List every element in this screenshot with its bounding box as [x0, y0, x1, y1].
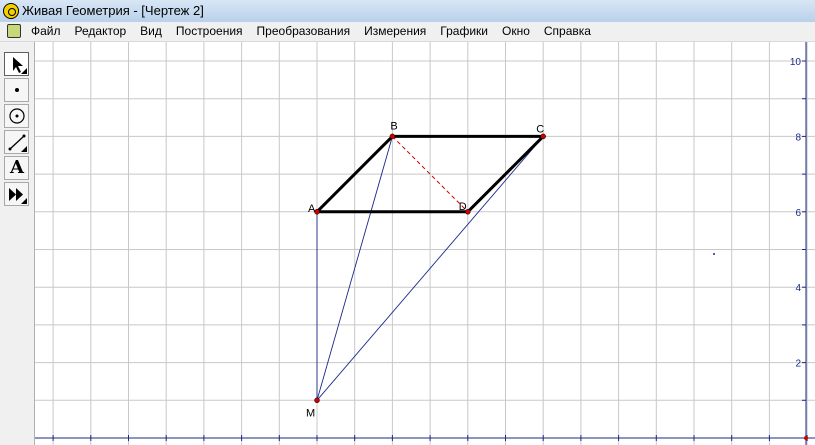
- menu-view[interactable]: Вид: [140, 24, 162, 40]
- y-axis-label: 4: [795, 283, 801, 294]
- straightedge-tool[interactable]: [4, 130, 29, 154]
- menu-bar: Файл Редактор Вид Построения Преобразова…: [0, 22, 815, 42]
- point-label-D: D: [459, 201, 467, 213]
- menu-graph[interactable]: Графики: [440, 24, 488, 40]
- point-B[interactable]: [389, 133, 396, 140]
- menu-items: Файл Редактор Вид Построения Преобразова…: [31, 24, 591, 40]
- drawing-canvas[interactable]: 10 8 6 4 2 A B C D M: [35, 42, 815, 445]
- menu-measure[interactable]: Измерения: [364, 24, 426, 40]
- menu-transform[interactable]: Преобразования: [257, 24, 351, 40]
- window-title: Живая Геометрия - [Чертеж 2]: [22, 3, 204, 18]
- point-icon: [15, 88, 19, 92]
- sketchpad-app-icon[interactable]: [3, 3, 19, 19]
- compass-tool[interactable]: [4, 104, 29, 128]
- menu-file[interactable]: Файл: [31, 24, 61, 40]
- y-axis-label: 6: [795, 208, 801, 219]
- y-axis-label: 2: [795, 359, 801, 370]
- text-a-icon: A: [10, 157, 24, 178]
- axes: 10 8 6 4 2: [35, 42, 815, 445]
- point-tool[interactable]: [4, 78, 29, 102]
- menu-construct[interactable]: Построения: [176, 24, 243, 40]
- point-M[interactable]: [314, 397, 320, 404]
- point-label-M: M: [306, 407, 315, 419]
- circle-icon: [9, 108, 25, 124]
- stray-point[interactable]: [713, 253, 715, 255]
- title-bar[interactable]: Живая Геометрия - [Чертеж 2]: [0, 0, 815, 23]
- point-label-B: B: [390, 120, 397, 132]
- menu-window[interactable]: Окно: [502, 24, 530, 40]
- document-icon[interactable]: [7, 24, 21, 38]
- custom-tool[interactable]: [4, 182, 29, 206]
- arrow-select-tool[interactable]: [4, 52, 29, 76]
- text-tool[interactable]: A: [4, 156, 29, 180]
- toolbox: A: [0, 42, 35, 445]
- point-label-C: C: [536, 123, 544, 135]
- y-axis-label: 8: [795, 132, 801, 143]
- origin-point[interactable]: [804, 436, 808, 440]
- points: A B C D M: [306, 120, 546, 419]
- y-axis-label: 10: [790, 57, 802, 68]
- menu-edit[interactable]: Редактор: [75, 24, 127, 40]
- point-label-A: A: [308, 203, 316, 215]
- menu-help[interactable]: Справка: [544, 24, 591, 40]
- grid: [35, 42, 815, 445]
